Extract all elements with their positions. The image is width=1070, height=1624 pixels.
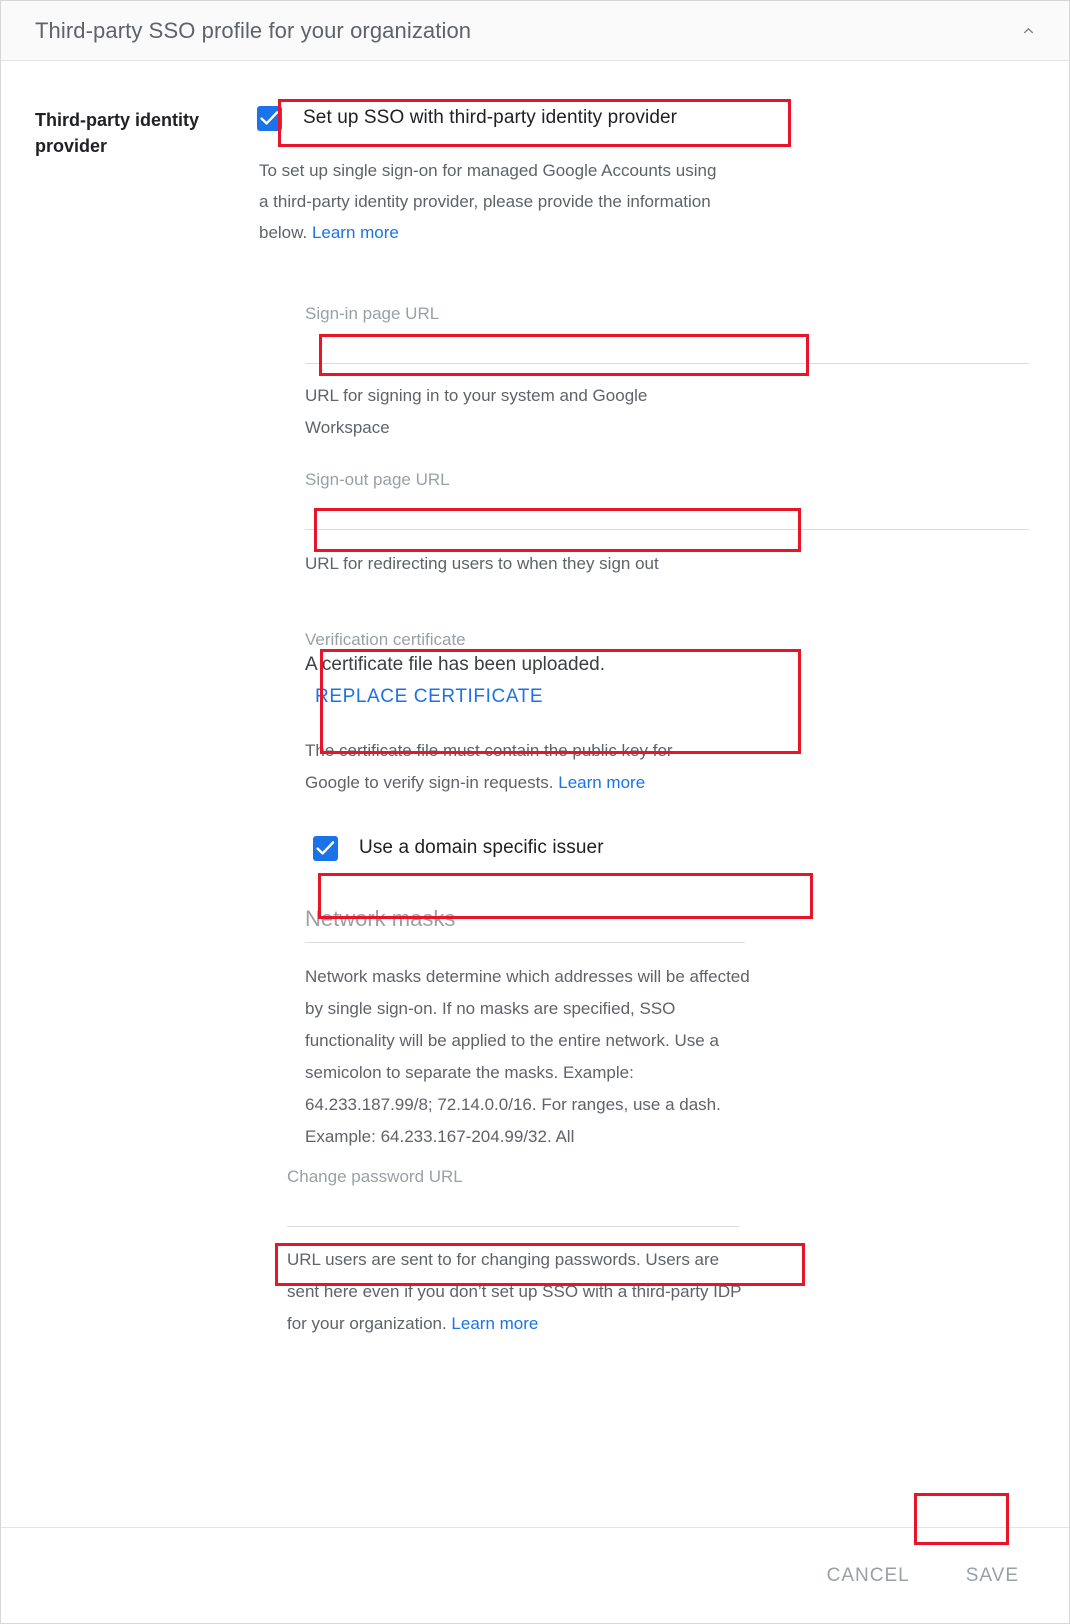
- domain-issuer-checkbox-label[interactable]: Use a domain specific issuer: [359, 837, 604, 859]
- setup-sso-checkbox-label[interactable]: Set up SSO with third-party identity pro…: [303, 107, 677, 129]
- intro-description: To set up single sign-on for managed Goo…: [259, 155, 729, 248]
- chevron-up-icon: [1023, 27, 1033, 34]
- signin-url-input[interactable]: [305, 330, 1029, 364]
- domain-issuer-checkbox[interactable]: [313, 835, 338, 861]
- signout-url-label: Sign-out page URL: [305, 470, 450, 489]
- change-password-url-help: URL users are sent to for changing passw…: [287, 1244, 742, 1340]
- replace-certificate-button[interactable]: REPLACE CERTIFICATE: [305, 686, 543, 708]
- identity-provider-row: Third-party identity provider Set up SSO…: [1, 97, 1069, 1340]
- intro-learn-more-link[interactable]: Learn more: [312, 223, 399, 242]
- checkmark-icon: [260, 110, 279, 125]
- signin-url-field: Sign-in page URL: [305, 304, 1029, 364]
- signout-url-field: Sign-out page URL: [305, 470, 1029, 530]
- sso-form-block: Sign-in page URL URL for signing in to y…: [241, 304, 1029, 1340]
- collapse-panel-button[interactable]: [1011, 14, 1045, 48]
- signout-url-help: URL for redirecting users to when they s…: [305, 554, 659, 573]
- domain-issuer-checkbox-row[interactable]: Use a domain specific issuer: [305, 827, 1029, 869]
- panel-body: Third-party identity provider Set up SSO…: [1, 61, 1069, 1488]
- setup-sso-checkbox[interactable]: [257, 105, 282, 131]
- change-password-url-field: Change password URL: [287, 1167, 739, 1227]
- certificate-label: Verification certificate: [305, 630, 466, 649]
- panel-header: Third-party SSO profile for your organiz…: [1, 1, 1069, 61]
- network-masks-description: Network masks determine which addresses …: [305, 967, 750, 1146]
- left-label-column: Third-party identity provider: [1, 97, 241, 159]
- change-password-url-label: Change password URL: [287, 1167, 463, 1186]
- section-label: Third-party identity provider: [35, 110, 200, 156]
- network-masks-heading: Network masks: [305, 904, 745, 943]
- change-password-url-input[interactable]: [287, 1193, 739, 1227]
- change-password-learn-more-link[interactable]: Learn more: [451, 1314, 538, 1333]
- save-button[interactable]: SAVE: [950, 1555, 1035, 1597]
- signin-url-help: URL for signing in to your system and Go…: [305, 386, 648, 437]
- save-button-wrapper: SAVE: [950, 1555, 1035, 1597]
- certificate-status: A certificate file has been uploaded.: [305, 654, 605, 675]
- checkmark-icon: [316, 840, 335, 855]
- setup-sso-checkbox-row[interactable]: Set up SSO with third-party identity pro…: [241, 97, 1029, 139]
- page-title: Third-party SSO profile for your organiz…: [35, 17, 472, 43]
- sso-settings-panel: Third-party SSO profile for your organiz…: [0, 0, 1070, 1624]
- certificate-learn-more-link[interactable]: Learn more: [558, 773, 645, 792]
- signin-url-label: Sign-in page URL: [305, 304, 440, 323]
- cancel-button[interactable]: CANCEL: [811, 1555, 926, 1597]
- settings-column: Set up SSO with third-party identity pro…: [241, 97, 1069, 1340]
- panel-footer: CANCEL SAVE: [1, 1527, 1069, 1623]
- network-masks-section: Network masks Network masks determine wh…: [305, 904, 1029, 1153]
- verification-certificate-block: Verification certificate A certificate f…: [305, 629, 1029, 708]
- signout-url-input[interactable]: [305, 496, 1029, 530]
- certificate-help: The certificate file must contain the pu…: [305, 735, 730, 799]
